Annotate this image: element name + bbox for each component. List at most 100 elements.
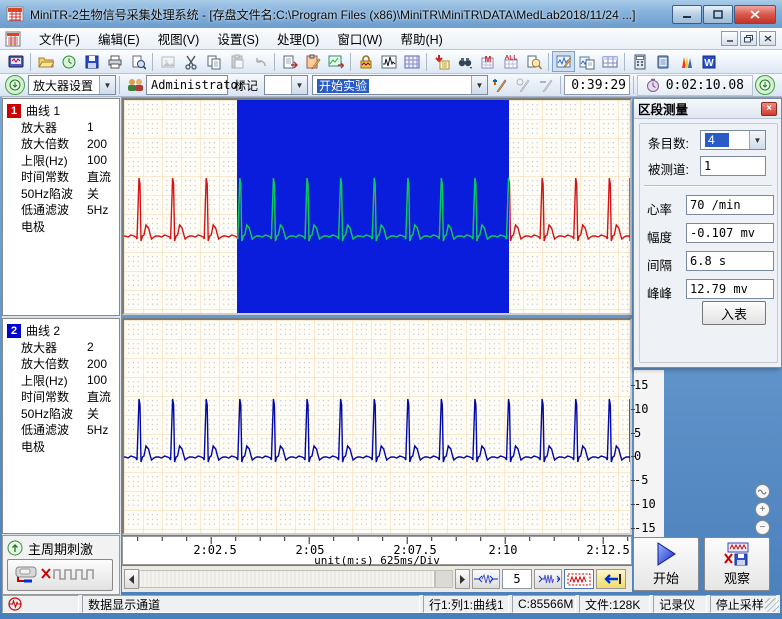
undo-icon[interactable] <box>248 51 271 72</box>
print-icon[interactable] <box>103 51 126 72</box>
experiment-combo[interactable]: 开始实验 ▼ <box>312 75 488 95</box>
heartbeat-icon <box>8 597 22 611</box>
chart-export-icon[interactable] <box>324 51 347 72</box>
word-export-icon[interactable]: W <box>697 51 720 72</box>
cut-icon[interactable] <box>179 51 202 72</box>
close-button[interactable] <box>734 5 776 24</box>
app-window: MiniTR-2生物信号采集处理系统 - [存盘文件名:C:\Program F… <box>0 0 782 619</box>
mark-m-icon[interactable]: M <box>476 51 499 72</box>
autoscale-icon[interactable] <box>755 484 770 499</box>
mdi-restore-button[interactable] <box>740 31 757 46</box>
scrollbar-thumb[interactable] <box>435 570 453 588</box>
window-title: MiniTR-2生物信号采集处理系统 - [存盘文件名:C:\Program F… <box>30 6 671 23</box>
import-data-icon[interactable] <box>430 51 453 72</box>
expand-up-icon[interactable] <box>7 540 23 556</box>
channel-2-settings[interactable]: 2 曲线 2 放大器2 放大倍数200 上限(Hz)100 时间常数直流 50H… <box>2 318 120 534</box>
replay-go-icon[interactable] <box>5 75 25 95</box>
data-grid-icon[interactable] <box>400 51 423 72</box>
segment-measure-title-bar[interactable]: 区段测量 × <box>634 99 781 119</box>
toolbar-separator <box>548 53 549 71</box>
menu-window[interactable]: 窗口(W) <box>328 27 391 50</box>
image-export-icon[interactable] <box>156 51 179 72</box>
paste-icon[interactable] <box>225 51 248 72</box>
toolbar-separator <box>274 53 275 71</box>
waveform-view-icon[interactable] <box>377 51 400 72</box>
chevron-down-icon[interactable]: ▼ <box>749 131 765 149</box>
elapsed-timer: 0:39:29 <box>564 75 630 95</box>
clipboard-edit-icon[interactable] <box>301 51 324 72</box>
measured-channel-field[interactable]: 1 <box>700 156 766 176</box>
toolbar-separator <box>426 53 427 71</box>
zoom-out-icon[interactable]: − <box>755 520 770 535</box>
add-to-table-button[interactable]: 入表 <box>702 301 766 325</box>
status-recorder-mode: 记录仪 <box>653 595 706 613</box>
menu-view[interactable]: 视图(V) <box>149 27 209 50</box>
scroll-right-button[interactable] <box>455 569 470 589</box>
notepad-icon[interactable] <box>651 51 674 72</box>
menu-file[interactable]: 文件(F) <box>30 27 89 50</box>
time-compress-button[interactable] <box>534 569 562 589</box>
panel-close-icon[interactable]: × <box>761 102 777 116</box>
measured-channel-label: 被测道: <box>648 159 689 178</box>
replay-clock-icon[interactable] <box>57 51 80 72</box>
channel-1-settings[interactable]: 1 曲线 1 放大器1 放大倍数200 上限(Hz)100 时间常数直流 50H… <box>2 98 120 316</box>
items-count-combo[interactable]: 4 ▼ <box>700 130 766 150</box>
heart-rate-value: 70 /min <box>686 195 774 215</box>
operator-field[interactable]: Administrator <box>146 75 228 95</box>
mark-add-icon[interactable] <box>488 75 511 96</box>
chart-copy-icon[interactable] <box>575 51 598 72</box>
scrollbar-track[interactable] <box>139 570 435 588</box>
menu-settings[interactable]: 设置(S) <box>208 27 268 50</box>
mark-all-icon[interactable]: ALL <box>499 51 522 72</box>
acquisition-device-icon[interactable] <box>4 51 27 72</box>
waveform-edit-icon[interactable] <box>552 51 575 72</box>
chevron-down-icon[interactable]: ▼ <box>291 76 307 94</box>
find-zoom-icon[interactable] <box>522 51 545 72</box>
calculator-icon[interactable] <box>628 51 651 72</box>
save-icon[interactable] <box>80 51 103 72</box>
interval-value: 6.8 s <box>686 251 774 271</box>
lock-waveform-icon[interactable] <box>354 51 377 72</box>
print-preview-icon[interactable] <box>126 51 149 72</box>
chevron-down-icon[interactable]: ▼ <box>99 76 115 94</box>
minimize-button[interactable] <box>672 5 702 24</box>
region-measure-button[interactable] <box>564 569 594 589</box>
maximize-button[interactable] <box>703 5 733 24</box>
copy-icon[interactable] <box>202 51 225 72</box>
stimulator-button[interactable] <box>7 559 113 591</box>
segment-measure-panel[interactable]: 区段测量 × 条目数: 4 ▼ 被测道: 1 心率 70 /min 幅度 -0.… <box>633 98 782 368</box>
channel-1-chart[interactable] <box>122 98 632 315</box>
open-folder-icon[interactable] <box>34 51 57 72</box>
stimulus-section: 主周期刺激 <box>2 535 120 595</box>
menu-process[interactable]: 处理(D) <box>268 27 328 50</box>
amplifier-settings-combo[interactable]: 放大器设置 ▼ <box>28 75 116 95</box>
menu-help[interactable]: 帮助(H) <box>391 27 451 50</box>
time-axis: unit(m:s) 625ms/Div 2:02.52:052:07.52:10… <box>122 536 632 565</box>
time-expand-button[interactable] <box>472 569 500 589</box>
search-binoculars-icon[interactable] <box>453 51 476 72</box>
jump-to-selection-button[interactable] <box>596 569 626 589</box>
chevron-down-icon[interactable]: ▼ <box>471 76 487 94</box>
items-count-label: 条目数: <box>648 133 689 152</box>
resize-grip[interactable] <box>765 598 779 612</box>
mark-combo[interactable]: ▼ <box>264 75 308 95</box>
menu-edit[interactable]: 编辑(E) <box>89 27 149 50</box>
status-disk-space: C:85566M <box>512 595 576 613</box>
zoom-in-icon[interactable]: + <box>755 502 770 517</box>
export-report-icon[interactable] <box>278 51 301 72</box>
mdi-minimize-button[interactable] <box>721 31 738 46</box>
time-compress-value[interactable]: 5 <box>502 569 532 589</box>
users-icon[interactable] <box>123 75 146 96</box>
start-button[interactable]: 开始 <box>633 537 699 591</box>
observe-button[interactable]: 观察 <box>704 537 770 591</box>
time-tick-label: 2:12.5 <box>586 543 629 557</box>
color-pens-icon[interactable] <box>674 51 697 72</box>
mdi-close-button[interactable] <box>759 31 776 46</box>
scroll-left-button[interactable] <box>124 569 139 589</box>
mark-edit-icon[interactable] <box>511 75 534 96</box>
y-axis-tick-label: 10 <box>634 402 648 416</box>
scroll-to-end-icon[interactable] <box>755 75 775 95</box>
channel-2-chart[interactable] <box>122 318 632 535</box>
data-table-icon[interactable] <box>598 51 621 72</box>
mark-delete-icon[interactable] <box>534 75 557 96</box>
